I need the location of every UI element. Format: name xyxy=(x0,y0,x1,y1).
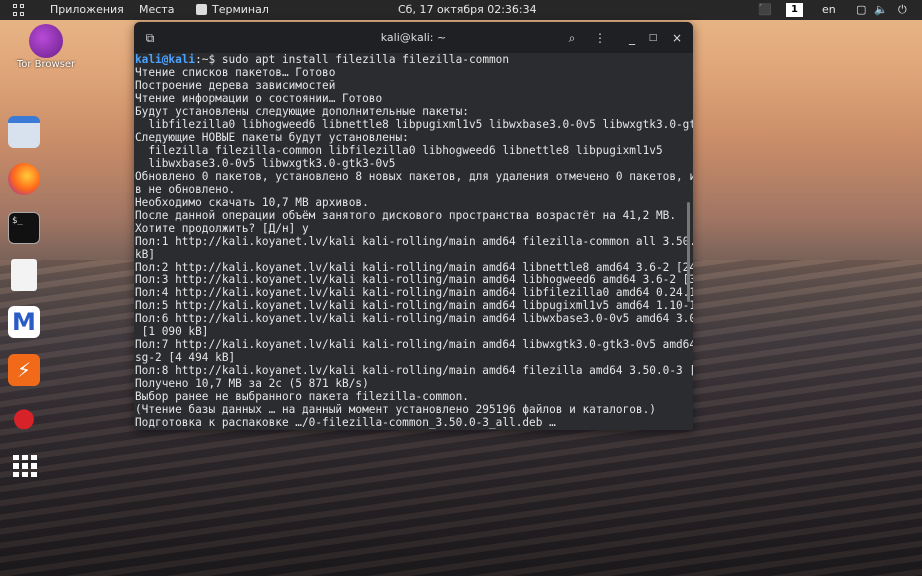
burpsuite-icon[interactable]: ⚡ xyxy=(8,354,40,386)
output-line: Чтение списков пакетов… Готово xyxy=(135,65,336,79)
terminal-titlebar[interactable]: ⧉ kali@kali: ~ ⌕ ⋮ _ □ × xyxy=(134,22,693,53)
output-line: libwxbase3.0-0v5 libwxgtk3.0-gtk3-0v5 xyxy=(135,156,396,170)
output-line: Обновлено 0 пакетов, установлено 8 новых… xyxy=(135,169,693,183)
network-icon[interactable]: ⬛ xyxy=(758,3,772,16)
command-text: sudo apt install filezilla filezilla-com… xyxy=(221,53,510,66)
cherrytree-icon[interactable]: ● xyxy=(8,402,40,434)
terminal-icon[interactable]: $_ xyxy=(8,212,40,244)
desktop-icon-tor-browser[interactable]: Tor Browser xyxy=(0,22,92,74)
screen-icon[interactable]: ▢ xyxy=(856,3,866,16)
maximize-button[interactable]: □ xyxy=(642,27,664,49)
output-line: filezilla filezilla-common libfilezilla0… xyxy=(135,143,663,157)
terminal-output[interactable]: kali@kali:~$ sudo apt install filezilla … xyxy=(135,53,693,430)
text-editor-icon[interactable] xyxy=(11,259,37,291)
activities-grid-icon[interactable] xyxy=(13,4,25,16)
output-line: После данной операции объём занятого дис… xyxy=(135,208,676,222)
show-applications-icon[interactable] xyxy=(8,450,40,482)
minimize-button[interactable]: _ xyxy=(621,27,643,49)
clock[interactable]: Сб, 17 октября 02:36:34 xyxy=(398,3,537,16)
files-icon[interactable] xyxy=(8,116,40,148)
terminal-window[interactable]: ⧉ kali@kali: ~ ⌕ ⋮ _ □ × kali@kali:~$ su… xyxy=(134,22,693,430)
prompt-user: kali@kali xyxy=(135,53,196,66)
output-line: libfilezilla0 libhogweed6 libnettle8 lib… xyxy=(135,117,693,131)
output-line: Хотите продолжить? [Д/н] y xyxy=(135,221,309,235)
output-line: kB] xyxy=(135,247,156,261)
places-menu[interactable]: Места xyxy=(139,3,174,16)
search-icon[interactable]: ⌕ xyxy=(561,27,583,49)
metasploit-icon[interactable]: M xyxy=(8,306,40,338)
applications-menu[interactable]: Приложения xyxy=(50,3,124,16)
output-line: Пол:6 http://kali.koyanet.lv/kali kali-r… xyxy=(135,312,693,326)
terminal-app-menu[interactable]: Терминал xyxy=(212,3,269,16)
output-line: Будут установлены следующие дополнительн… xyxy=(135,104,469,118)
scrollbar[interactable] xyxy=(687,202,690,302)
output-line: Подготовка к распаковке …/0-filezilla-co… xyxy=(135,416,556,430)
workspace-indicator[interactable]: 1 xyxy=(786,3,803,17)
tor-browser-icon xyxy=(29,24,63,58)
output-line: Пол:1 http://kali.koyanet.lv/kali kali-r… xyxy=(135,234,693,248)
output-line: Необходимо скачать 10,7 MB архивов. xyxy=(135,195,369,209)
menu-icon[interactable]: ⋮ xyxy=(589,27,611,49)
firefox-icon[interactable] xyxy=(8,163,40,195)
prompt-path: :~$ xyxy=(195,53,222,66)
tor-browser-label: Tor Browser xyxy=(16,59,76,70)
output-line: Следующие НОВЫЕ пакеты будут установлены… xyxy=(135,130,409,144)
output-line: Построение дерева зависимостей xyxy=(135,78,336,92)
volume-icon[interactable]: 🔈 xyxy=(874,3,888,16)
top-panel: Приложения Места Терминал Сб, 17 октября… xyxy=(0,0,922,20)
power-icon[interactable]: ⏻ xyxy=(898,3,907,17)
close-button[interactable]: × xyxy=(666,27,688,49)
output-line: в не обновлено. xyxy=(135,182,236,196)
keyboard-layout[interactable]: en xyxy=(822,3,836,16)
terminal-app-icon xyxy=(196,4,207,15)
output-line: Чтение информации о состоянии… Готово xyxy=(135,91,383,105)
